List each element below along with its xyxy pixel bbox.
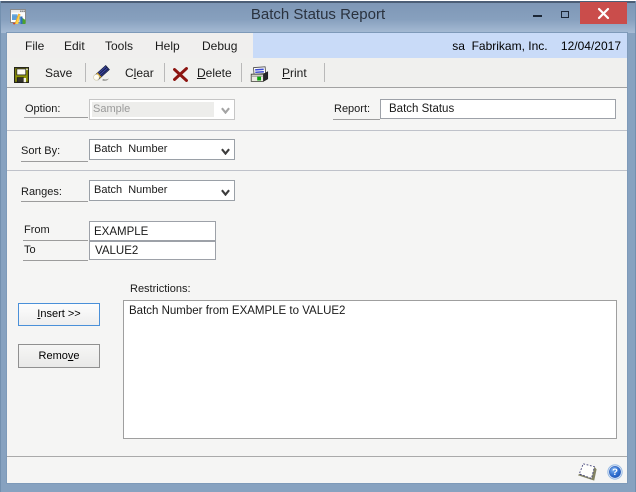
svg-text:?: ? (612, 467, 618, 478)
